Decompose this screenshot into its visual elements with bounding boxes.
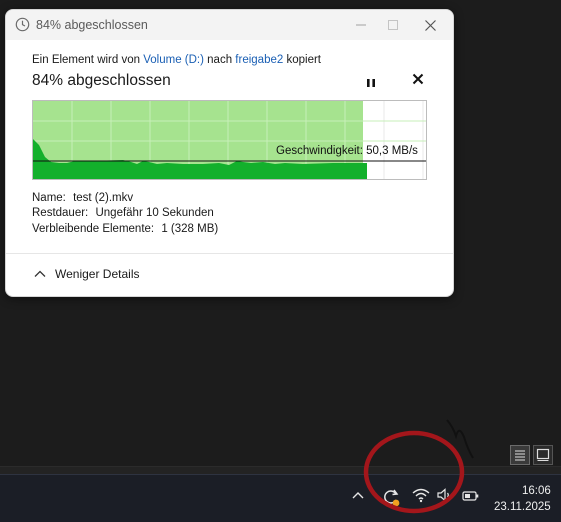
speed-graph-canvas bbox=[33, 101, 426, 179]
file-name-row: Name: test (2).mkv bbox=[32, 192, 133, 204]
minimize-button[interactable] bbox=[347, 14, 375, 36]
divider bbox=[6, 253, 453, 254]
items-remaining-row: Verbleibende Elemente: 1 (328 MB) bbox=[32, 223, 218, 235]
copy-progress-dialog: 84% abgeschlossen Ein Element wird von V… bbox=[5, 9, 454, 297]
volume-icon[interactable] bbox=[436, 487, 452, 503]
destination-link[interactable]: freigabe2 bbox=[235, 54, 283, 66]
details-view-icon bbox=[515, 450, 525, 461]
close-icon bbox=[424, 19, 436, 31]
cancel-button[interactable] bbox=[410, 73, 426, 89]
title-bar[interactable]: 84% abgeschlossen bbox=[6, 10, 453, 40]
close-button[interactable] bbox=[416, 14, 444, 36]
close-icon bbox=[412, 73, 424, 85]
chevron-up-icon bbox=[34, 270, 46, 277]
summary-prefix: Ein Element wird von bbox=[32, 54, 141, 66]
clock-date[interactable]: 23.11.2025 bbox=[494, 501, 551, 513]
window-title: 84% abgeschlossen bbox=[36, 18, 148, 32]
sync-update-icon[interactable] bbox=[381, 486, 401, 508]
items-label: Verbleibende Elemente: bbox=[32, 223, 155, 235]
name-value: test (2).mkv bbox=[73, 192, 134, 204]
wifi-icon[interactable] bbox=[412, 487, 430, 503]
tiles-view-icon bbox=[536, 448, 550, 461]
pause-icon[interactable] bbox=[364, 76, 378, 90]
time-remaining-row: Restdauer: Ungefähr 10 Sekunden bbox=[32, 207, 214, 219]
maximize-icon bbox=[388, 20, 398, 30]
clock-icon bbox=[15, 17, 30, 32]
summary-middle: nach bbox=[207, 54, 233, 66]
battery-icon[interactable] bbox=[462, 490, 480, 502]
show-hidden-icons-chevron-icon[interactable] bbox=[352, 490, 364, 500]
copy-summary: Ein Element wird von Volume (D:) nach fr… bbox=[32, 54, 321, 66]
speed-label: Geschwindigkeit: 50,3 MB/s bbox=[276, 145, 418, 157]
transfer-speed-graph: Geschwindigkeit: 50,3 MB/s bbox=[32, 100, 427, 180]
tiles-view-button[interactable] bbox=[533, 445, 553, 465]
source-link[interactable]: Volume (D:) bbox=[143, 54, 204, 66]
taskbar: 16:06 23.11.2025 bbox=[0, 474, 561, 522]
minimize-icon bbox=[356, 24, 366, 26]
clock-time[interactable]: 16:06 bbox=[522, 485, 551, 497]
rest-label: Restdauer: bbox=[32, 207, 89, 219]
name-label: Name: bbox=[32, 192, 66, 204]
maximize-button[interactable] bbox=[379, 14, 407, 36]
less-details-label: Weniger Details bbox=[55, 267, 140, 281]
less-details-button[interactable]: Weniger Details bbox=[34, 267, 139, 281]
details-view-button[interactable] bbox=[510, 445, 530, 465]
rest-value: Ungefähr 10 Sekunden bbox=[95, 207, 214, 219]
items-value: 1 (328 MB) bbox=[161, 223, 219, 235]
summary-suffix: kopiert bbox=[286, 54, 321, 66]
progress-heading: 84% abgeschlossen bbox=[32, 72, 171, 89]
